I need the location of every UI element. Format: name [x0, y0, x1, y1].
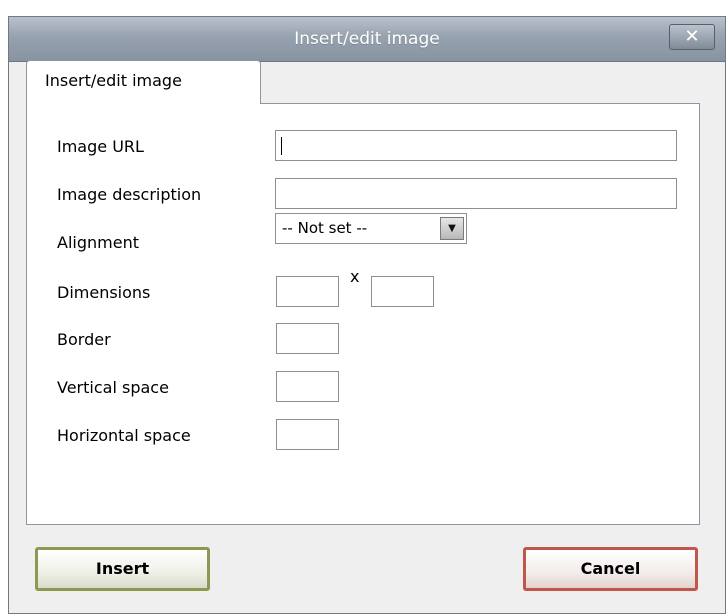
dialog-title: Insert/edit image — [294, 29, 440, 49]
cancel-button[interactable]: Cancel — [523, 547, 698, 591]
border-input[interactable] — [276, 323, 339, 354]
alignment-selected-value: -- Not set -- — [282, 219, 368, 237]
horizontal-space-input[interactable] — [276, 419, 339, 450]
image-description-label: Image description — [57, 185, 202, 204]
image-url-input[interactable] — [275, 130, 677, 161]
close-button[interactable]: ✕ — [669, 24, 715, 50]
tab-panel — [26, 103, 700, 525]
alignment-label: Alignment — [57, 233, 139, 252]
height-input[interactable] — [371, 276, 434, 307]
close-icon: ✕ — [684, 26, 700, 47]
text-caret — [281, 137, 282, 155]
tab-insert-edit-image[interactable]: Insert/edit image — [26, 60, 261, 104]
insert-button[interactable]: Insert — [35, 547, 210, 591]
dimensions-label: Dimensions — [57, 283, 151, 302]
image-url-label: Image URL — [57, 137, 144, 156]
horizontal-space-label: Horizontal space — [57, 426, 191, 445]
dialog-titlebar[interactable]: Insert/edit image ✕ — [9, 17, 725, 62]
chevron-down-icon[interactable]: ▼ — [440, 217, 464, 240]
alignment-select[interactable]: -- Not set -- ▼ — [275, 213, 467, 244]
image-description-input[interactable] — [275, 178, 677, 209]
dimensions-separator: x — [350, 267, 360, 286]
vertical-space-label: Vertical space — [57, 378, 169, 397]
width-input[interactable] — [276, 276, 339, 307]
border-label: Border — [57, 330, 111, 349]
vertical-space-input[interactable] — [276, 371, 339, 402]
